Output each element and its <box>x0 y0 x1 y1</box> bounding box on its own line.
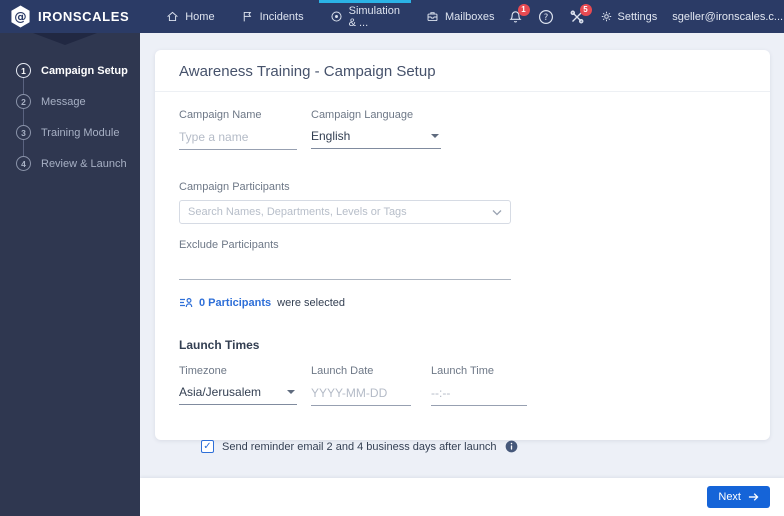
svg-text:?: ? <box>543 13 548 23</box>
ironscales-hexagon-icon: @ <box>10 5 31 28</box>
participants-list-icon <box>179 296 193 309</box>
participants-placeholder: Search Names, Departments, Levels or Tag… <box>188 206 407 218</box>
simulation-target-icon <box>330 10 343 23</box>
campaign-participants-select[interactable]: Search Names, Departments, Levels or Tag… <box>179 200 511 224</box>
page-title: Awareness Training - Campaign Setup <box>155 50 770 92</box>
settings-button[interactable]: Settings <box>600 10 658 23</box>
nav-item-incidents[interactable]: Incidents <box>228 0 317 33</box>
launch-date-input[interactable] <box>311 385 411 406</box>
tools-badge: 5 <box>579 3 592 16</box>
notifications-button[interactable]: 1 <box>508 3 530 25</box>
reminder-label: Send reminder email 2 and 4 business day… <box>222 440 497 453</box>
step-training-module[interactable]: 3 Training Module <box>0 117 140 148</box>
nav-item-label: Incidents <box>259 10 304 23</box>
info-icon[interactable] <box>505 440 518 453</box>
step-message[interactable]: 2 Message <box>0 86 140 117</box>
tools-button[interactable]: 5 <box>569 3 592 25</box>
account-email: sgeller@ironscales.c... <box>672 10 784 23</box>
wizard-footer: Next <box>140 478 784 516</box>
step-review-launch[interactable]: 4 Review & Launch <box>0 148 140 179</box>
question-mark-icon: ? <box>538 9 554 25</box>
app-window: @ IRONSCALES Home Incidents Simulation &… <box>0 0 784 516</box>
caret-down-icon <box>287 390 295 394</box>
step-label: Message <box>41 95 86 108</box>
timezone-value: Asia/Jerusalem <box>179 385 262 399</box>
launch-time-label: Launch Time <box>431 365 494 377</box>
campaign-setup-card: Awareness Training - Campaign Setup Camp… <box>155 50 770 453</box>
step-number: 3 <box>16 125 31 140</box>
arrow-right-icon <box>748 492 759 502</box>
timezone-label: Timezone <box>179 365 227 377</box>
exclude-participants-input[interactable] <box>179 259 511 280</box>
campaign-participants-label: Campaign Participants <box>179 181 290 193</box>
participants-count-link[interactable]: 0 Participants <box>199 297 271 309</box>
wizard-sidebar: 1 Campaign Setup 2 Message 3 Training Mo… <box>0 33 140 516</box>
timezone-select[interactable]: Asia/Jerusalem <box>179 384 297 405</box>
step-number: 1 <box>16 63 31 78</box>
flag-icon <box>241 10 254 23</box>
navbar-right-cluster: 1 ? 5 Settings sgeller@ironscales.c... <box>508 0 784 33</box>
ironscales-logo[interactable]: @ IRONSCALES <box>10 0 139 33</box>
launch-times-heading: Launch Times <box>179 338 260 352</box>
step-label: Campaign Setup <box>41 64 128 77</box>
help-button[interactable]: ? <box>538 9 554 25</box>
main-nav: Home Incidents Simulation & ... Mailboxe… <box>153 0 507 33</box>
svg-text:@: @ <box>14 9 26 24</box>
content-area: Awareness Training - Campaign Setup Camp… <box>140 33 784 478</box>
launch-date-label: Launch Date <box>311 365 374 377</box>
step-number: 4 <box>16 156 31 171</box>
step-number: 2 <box>16 94 31 109</box>
brand-name: IRONSCALES <box>38 9 130 24</box>
settings-label: Settings <box>617 10 658 23</box>
nav-item-label: Mailboxes <box>444 10 495 23</box>
chevron-down-icon <box>492 209 502 216</box>
gear-icon <box>600 10 613 23</box>
campaign-language-value: English <box>311 129 351 143</box>
nav-item-simulation[interactable]: Simulation & ... <box>317 0 413 33</box>
nav-item-label: Home <box>185 10 215 23</box>
wizard-stepper: 1 Campaign Setup 2 Message 3 Training Mo… <box>0 33 140 179</box>
next-button[interactable]: Next <box>707 486 770 508</box>
step-campaign-setup[interactable]: 1 Campaign Setup <box>0 55 140 86</box>
step-label: Review & Launch <box>41 157 127 170</box>
nav-item-label: Simulation & ... <box>348 4 400 29</box>
campaign-language-label: Campaign Language <box>311 109 414 121</box>
campaign-name-input[interactable] <box>179 129 297 150</box>
mailbox-icon <box>426 10 439 23</box>
next-button-label: Next <box>718 491 741 503</box>
launch-time-input[interactable] <box>431 385 527 406</box>
nav-item-mailboxes[interactable]: Mailboxes <box>413 0 508 33</box>
reminder-checkbox[interactable] <box>201 440 214 453</box>
home-icon <box>166 10 179 23</box>
notifications-badge: 1 <box>517 3 530 16</box>
exclude-participants-label: Exclude Participants <box>179 239 279 251</box>
caret-down-icon <box>431 134 439 138</box>
step-label: Training Module <box>41 126 120 139</box>
nav-item-home[interactable]: Home <box>153 0 227 33</box>
campaign-name-label: Campaign Name <box>179 109 262 121</box>
participants-count-suffix: were selected <box>277 296 346 309</box>
account-menu[interactable]: sgeller@ironscales.c... <box>672 11 784 23</box>
top-navbar: @ IRONSCALES Home Incidents Simulation &… <box>0 0 784 33</box>
campaign-language-select[interactable]: English <box>311 128 441 149</box>
